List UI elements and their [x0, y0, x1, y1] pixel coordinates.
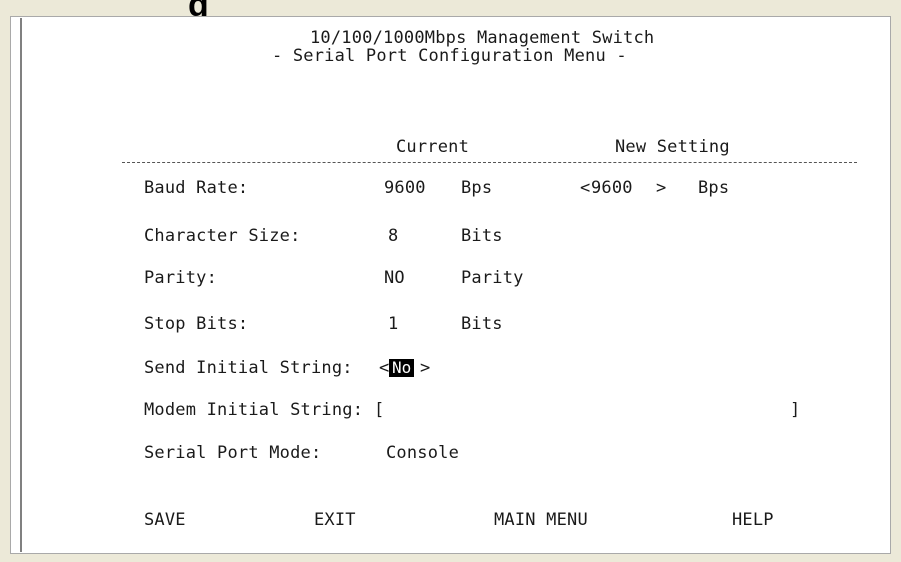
baud-rate-new: 9600: [591, 178, 633, 198]
divider: [122, 162, 857, 163]
help-button[interactable]: HELP: [732, 510, 774, 530]
column-current: Current: [396, 137, 470, 157]
parity-label: Parity:: [144, 268, 218, 288]
stop-bits-unit: Bits: [461, 314, 503, 334]
send-initial-string-label: Send Initial String:: [144, 358, 353, 378]
column-new-setting: New Setting: [615, 137, 730, 157]
stop-bits-label: Stop Bits:: [144, 314, 249, 334]
switch-title: 10/100/1000Mbps Management Switch: [310, 28, 655, 48]
modem-initial-close: ]: [790, 400, 801, 420]
parity-current: NO: [384, 268, 405, 288]
modem-initial-string-input[interactable]: [382, 400, 790, 420]
serial-port-mode-value[interactable]: Console: [386, 443, 459, 463]
baud-rate-label: Baud Rate:: [144, 178, 249, 198]
send-initial-open: <: [379, 358, 390, 378]
parity-unit: Parity: [461, 268, 524, 288]
baud-rate-new-unit: Bps: [698, 178, 730, 198]
exit-button[interactable]: EXIT: [314, 510, 356, 530]
send-initial-string-value[interactable]: No: [389, 359, 415, 377]
main-menu-button[interactable]: MAIN MENU: [494, 510, 588, 530]
baud-rate-current: 9600: [384, 178, 426, 198]
baud-rate-unit: Bps: [461, 178, 493, 198]
send-initial-close: >: [420, 358, 431, 378]
baud-rate-close: >: [656, 178, 667, 198]
frame-border: [20, 18, 22, 552]
character-size-label: Character Size:: [144, 226, 301, 246]
serial-port-mode-label: Serial Port Mode:: [144, 443, 322, 463]
baud-rate-open: <: [580, 178, 591, 198]
stop-bits-current: 1: [388, 314, 399, 334]
menu-title: - Serial Port Configuration Menu -: [272, 46, 627, 66]
character-size-unit: Bits: [461, 226, 503, 246]
terminal-window: [10, 16, 891, 554]
modem-initial-string-label: Modem Initial String:: [144, 400, 364, 420]
save-button[interactable]: SAVE: [144, 510, 186, 530]
character-size-current: 8: [388, 226, 399, 246]
